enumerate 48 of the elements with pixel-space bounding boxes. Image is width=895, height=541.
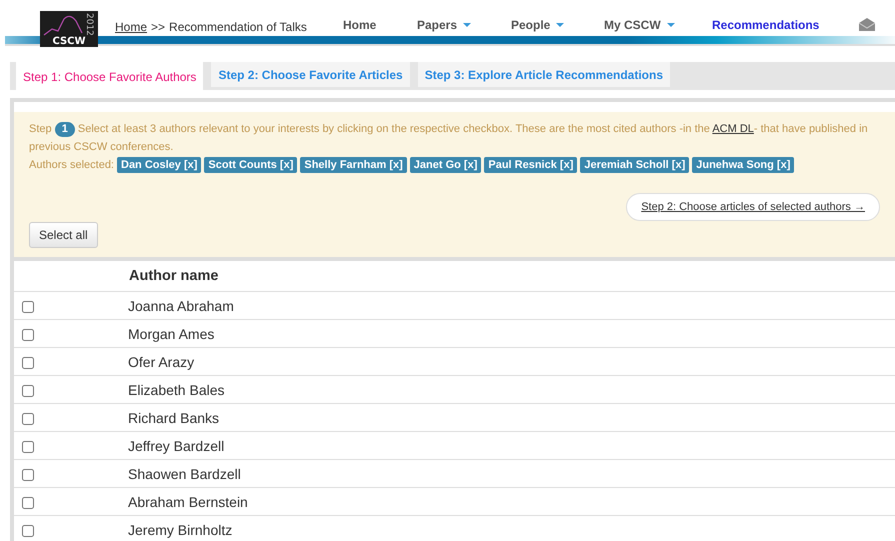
author-tag[interactable]: Paul Resnick [x] <box>484 157 578 173</box>
author-name: Morgan Ames <box>128 326 214 342</box>
caret-icon <box>463 23 472 27</box>
nav-item[interactable]: Recommendations <box>712 18 820 32</box>
step-tab[interactable]: Step 2: Choose Favorite Articles <box>211 62 410 87</box>
instructions-text: Step 1 Select at least 3 authors relevant to your interests by clicking on the respective checkbox. These are the most cited authors -in the ACM DL- that have published in previous CSCW conferences. <box>29 121 869 155</box>
next-step-button[interactable]: Step 2: Choose articles of selected authors → <box>626 193 880 221</box>
author-name: Abraham Bernstein <box>128 494 248 510</box>
logo: CSCW 2012 <box>40 11 98 47</box>
step-number-badge: 1 <box>54 122 75 137</box>
nav-item[interactable]: Home <box>343 18 417 32</box>
author-checkbox[interactable] <box>22 356 34 369</box>
author-tag[interactable]: Dan Cosley [x] <box>117 157 202 173</box>
author-name: Elizabeth Bales <box>128 382 225 398</box>
author-tag[interactable]: Jeremiah Scholl [x] <box>580 157 690 173</box>
author-tag[interactable]: Scott Counts [x] <box>204 157 298 173</box>
author-checkbox[interactable] <box>22 468 34 481</box>
step-tab[interactable]: Step 3: Explore Article Recommendations <box>418 62 670 87</box>
acm-dl-link[interactable]: ACM DL <box>712 123 754 135</box>
author-checkbox[interactable] <box>22 300 34 313</box>
breadcrumb-separator: >> <box>151 20 166 34</box>
author-checkbox[interactable] <box>22 496 34 509</box>
author-name: Jeremy Birnholtz <box>128 522 232 538</box>
caret-icon <box>556 23 564 27</box>
authors-selected-label: Authors selected: <box>29 159 114 171</box>
author-checkbox[interactable] <box>22 524 34 537</box>
author-name: Shaowen Bardzell <box>128 466 241 482</box>
nav-item[interactable]: Papers <box>417 18 511 32</box>
select-all-button[interactable]: Select all <box>29 222 98 248</box>
envelope-icon[interactable] <box>859 18 875 31</box>
author-checkbox[interactable] <box>22 412 34 425</box>
author-checkbox[interactable] <box>22 440 34 453</box>
step-tab[interactable]: Step 1: Choose Favorite Authors <box>16 62 204 90</box>
caret-icon <box>666 23 675 27</box>
breadcrumb-home-link[interactable]: Home <box>115 20 148 34</box>
column-header: Author name <box>128 261 895 292</box>
author-tag[interactable]: Janet Go [x] <box>410 157 482 173</box>
author-name: Richard Banks <box>128 410 220 426</box>
author-tag[interactable]: Junehwa Song [x] <box>692 157 794 173</box>
author-tag[interactable]: Shelly Farnham [x] <box>300 157 407 173</box>
author-name: Joanna Abraham <box>128 298 234 314</box>
author-checkbox[interactable] <box>22 328 34 341</box>
author-checkbox[interactable] <box>22 384 34 397</box>
author-name: Jeffrey Bardzell <box>128 438 224 454</box>
nav-item[interactable]: My CSCW <box>604 18 712 32</box>
breadcrumb-current: Recommendation of Talks <box>169 20 307 34</box>
author-name: Ofer Arazy <box>128 354 194 370</box>
nav-item[interactable]: People <box>511 18 604 32</box>
